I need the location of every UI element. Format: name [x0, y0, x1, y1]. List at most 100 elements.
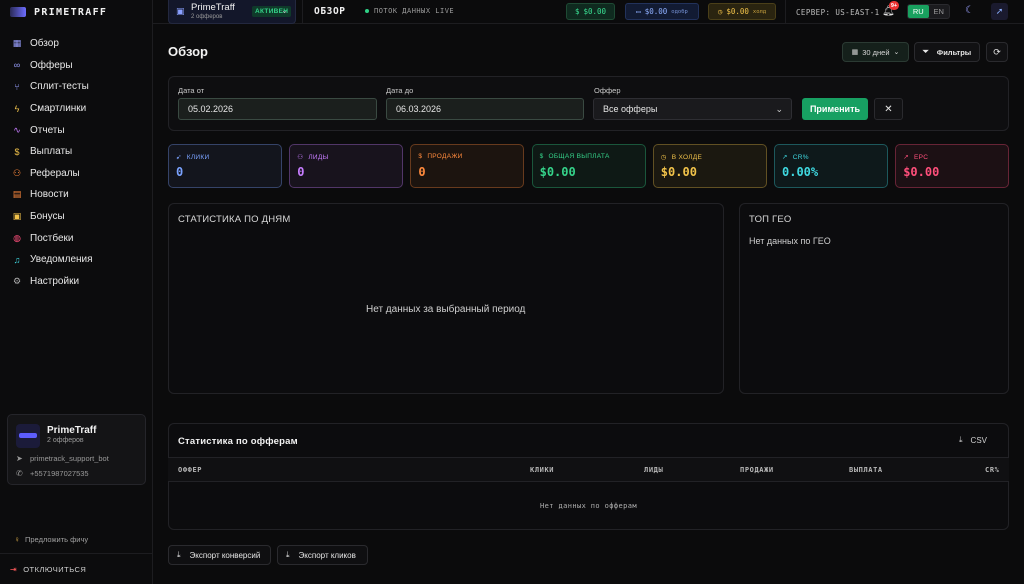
- kpi-value: 0.00%: [782, 165, 819, 179]
- kpi-label-text: ЛИДЫ: [308, 153, 329, 161]
- kpi-card-clicks: ➹ КЛИКИ 0: [168, 144, 282, 188]
- download-icon: ⤓: [177, 550, 181, 559]
- column-header-clicks[interactable]: КЛИКИ: [530, 466, 554, 474]
- sidebar-item-bonuses[interactable]: ▣ Бонусы: [0, 206, 153, 228]
- sidebar-item-smartlinks[interactable]: ϟ Смартлинки: [0, 98, 153, 120]
- filters-label: Фильтры: [936, 47, 972, 57]
- kpi-card-leads: ⚇ ЛИДЫ 0: [289, 144, 404, 188]
- balance-approved-note: одобр: [671, 8, 688, 15]
- export-clicks-label: Экспорт кликов: [298, 550, 356, 560]
- logout-icon: ⇥: [10, 565, 18, 574]
- server-label: СЕРВЕР: US-EAST-1: [796, 8, 880, 17]
- offer-label: Оффер: [594, 86, 621, 95]
- sidebar-item-label: Офферы: [30, 59, 73, 71]
- phone-icon: ✆: [16, 469, 23, 478]
- divider: [302, 0, 303, 24]
- top-geo-empty: Нет данных по ГЕО: [749, 236, 831, 246]
- filters-button[interactable]: ⏷ Фильтры: [914, 42, 980, 62]
- period-select[interactable]: ▦ 30 дней ⌄: [842, 42, 909, 62]
- apply-button[interactable]: Применить: [802, 98, 868, 120]
- kpi-label: ◷ В ХОЛДЕ: [660, 153, 703, 162]
- column-header-payout[interactable]: ВЫПЛАТА: [849, 466, 883, 474]
- balance-hold[interactable]: ◷ $0.00 холд: [708, 3, 776, 20]
- theme-toggle-moon-icon[interactable]: ☾: [965, 5, 974, 16]
- calendar-icon: ▦: [851, 49, 859, 56]
- date-from-input[interactable]: 05.02.2026: [178, 98, 377, 120]
- sidebar-item-reports[interactable]: ∿ Отчеты: [0, 119, 153, 141]
- kpi-value: 0: [418, 165, 426, 179]
- csv-label: CSV: [970, 435, 987, 445]
- logout-label: ОТКЛЮЧИТЬСЯ: [23, 565, 87, 574]
- phone-link[interactable]: ✆ +5571987027535: [16, 469, 89, 478]
- export-conversions-label: Экспорт конверсий: [189, 550, 261, 560]
- refresh-icon: ⟳: [993, 46, 1001, 57]
- clear-filters-button[interactable]: ✕: [874, 98, 903, 120]
- rocket-icon[interactable]: ➚: [991, 3, 1008, 20]
- topbar: ▣ PrimeTraff 2 офферов АКТИВЕН ⌄ ОБЗОР П…: [153, 0, 1024, 24]
- divider: [785, 0, 786, 24]
- kpi-label-text: CR%: [792, 153, 809, 161]
- date-to-input[interactable]: 06.03.2026: [386, 98, 584, 120]
- language-switcher: RU EN: [907, 4, 950, 19]
- chevron-down-icon: ⌄: [775, 103, 783, 114]
- logout-button[interactable]: ⇥ ОТКЛЮЧИТЬСЯ: [10, 565, 86, 574]
- clock-icon: ◷: [660, 154, 667, 161]
- notifications-button[interactable]: 🔔︎ 9+: [882, 1, 899, 17]
- lang-ru-button[interactable]: RU: [908, 5, 929, 18]
- live-label: ПОТОК ДАННЫХ LIVE: [374, 7, 455, 15]
- refresh-button[interactable]: ⟳: [986, 42, 1008, 62]
- column-header-sales[interactable]: ПРОДАЖИ: [740, 466, 774, 474]
- daily-stats-empty: Нет данных за выбранный период: [366, 304, 526, 315]
- kpi-card-cr: ↗ CR% 0.00%: [774, 144, 888, 188]
- date-from-label: Дата от: [178, 86, 205, 95]
- sidebar-item-settings[interactable]: ⚙ Настройки: [0, 271, 153, 293]
- offers-table-empty: Нет данных по офферам: [540, 502, 637, 510]
- users-icon: ⚇: [297, 154, 304, 161]
- dollar-icon: $: [418, 153, 423, 160]
- card-icon: ▭: [636, 7, 641, 16]
- globe-icon: ◍: [13, 232, 21, 243]
- sidebar-item-label: Рефералы: [30, 167, 80, 179]
- suggest-feature-link[interactable]: ♀ Предложить фичу: [14, 535, 88, 544]
- brand-logo-icon: [10, 7, 26, 17]
- column-header-offer[interactable]: ОФФЕР: [178, 466, 202, 474]
- activity-icon: ∿: [13, 124, 21, 135]
- sidebar-item-referrals[interactable]: ⚇ Рефералы: [0, 163, 153, 185]
- sidebar-item-label: Уведомления: [30, 254, 93, 266]
- lang-en-button[interactable]: EN: [929, 5, 950, 18]
- kpi-card-epc: ↗ EPC $0.00: [895, 144, 1010, 188]
- bell-icon: ♫: [13, 254, 21, 265]
- newspaper-icon: ▤: [12, 189, 22, 200]
- download-icon: ⤓: [959, 435, 963, 444]
- dollar-icon: $: [539, 153, 544, 160]
- briefcase-icon: ▣: [176, 6, 185, 16]
- sidebar-item-news[interactable]: ▤ Новости: [0, 184, 153, 206]
- sidebar-item-split-tests[interactable]: ⑂ Сплит-тесты: [0, 76, 153, 98]
- kpi-value: 0: [176, 165, 184, 179]
- sidebar-item-label: Настройки: [30, 275, 80, 287]
- balance-available[interactable]: $ $0.00: [566, 3, 615, 20]
- csv-export-button[interactable]: ⤓ CSV: [959, 435, 987, 445]
- telegram-link[interactable]: ➤ primetrack_support_bot: [16, 454, 109, 463]
- sidebar-item-payouts[interactable]: $ Выплаты: [0, 141, 153, 163]
- sidebar-item-offers[interactable]: ∞ Офферы: [0, 55, 153, 77]
- column-header-cr[interactable]: CR%: [985, 466, 999, 474]
- kpi-label: $ ПРОДАЖИ: [418, 153, 462, 160]
- clock-icon: ◷: [717, 7, 723, 16]
- offer-switcher[interactable]: ▣ PrimeTraff 2 офферов АКТИВЕН ⌄: [168, 0, 296, 24]
- sidebar-item-overview[interactable]: ▦ Обзор: [0, 33, 153, 55]
- export-clicks-button[interactable]: ⤓ Экспорт кликов: [277, 545, 368, 565]
- brand[interactable]: PRIMETRAFF: [10, 5, 107, 19]
- download-icon: ⤓: [286, 550, 290, 559]
- export-conversions-button[interactable]: ⤓ Экспорт конверсий: [168, 545, 271, 565]
- offer-switcher-name: PrimeTraff: [191, 2, 235, 13]
- offer-select[interactable]: Все офферы ⌄: [593, 98, 792, 120]
- support-card-subtitle: 2 офферов: [47, 437, 84, 444]
- kpi-label-text: В ХОЛДЕ: [671, 153, 703, 161]
- sidebar-item-postbacks[interactable]: ◍ Постбеки: [0, 227, 153, 249]
- balance-approved[interactable]: ▭ $0.00 одобр: [625, 3, 699, 20]
- offer-select-value: Все офферы: [603, 104, 658, 114]
- sidebar-item-notifications[interactable]: ♫ Уведомления: [0, 249, 153, 271]
- column-header-leads[interactable]: ЛИДЫ: [644, 466, 663, 474]
- send-icon: ➤: [16, 454, 23, 463]
